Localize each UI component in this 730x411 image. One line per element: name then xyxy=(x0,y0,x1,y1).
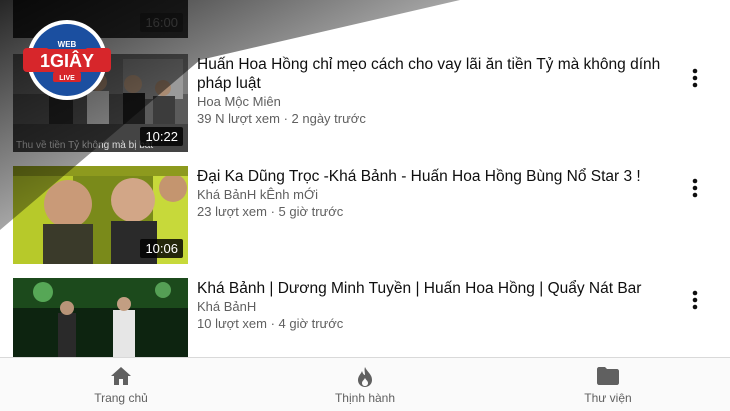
video-info[interactable]: Huấn Hoa Hồng chỉ mẹo cách cho vay lãi ă… xyxy=(197,55,667,127)
channel-name[interactable]: Khá BảnH kÊnh mỚi xyxy=(197,187,667,203)
more-vert-icon xyxy=(692,290,698,310)
channel-name[interactable]: Hoa Mộc Miên xyxy=(197,94,667,110)
video-duration: 10:06 xyxy=(140,239,183,258)
fire-icon xyxy=(355,366,375,393)
video-thumbnail[interactable] xyxy=(13,278,188,357)
nav-home[interactable]: Trang chủ xyxy=(41,358,201,411)
more-vert-icon xyxy=(692,178,698,198)
home-icon xyxy=(110,366,132,391)
nav-label: Trang chủ xyxy=(94,391,148,405)
video-item[interactable]: 10:06 Đại Ka Dũng Trọc -Khá Bảnh - Huấn … xyxy=(0,166,730,266)
more-vert-icon xyxy=(692,68,698,88)
more-options-button[interactable] xyxy=(686,288,704,312)
nav-trending[interactable]: Thịnh hành xyxy=(285,358,445,411)
video-duration: 16:00 xyxy=(140,13,183,32)
video-duration: 10:22 xyxy=(140,127,183,146)
bottom-navigation: Trang chủ Thịnh hành Thư viện xyxy=(0,357,730,411)
more-options-button[interactable] xyxy=(686,176,704,200)
video-stats: 39 N lượt xem · 2 ngày trước xyxy=(197,111,366,126)
video-title[interactable]: Đại Ka Dũng Trọc -Khá Bảnh - Huấn Hoa Hồ… xyxy=(197,167,667,186)
logo-main-text: 1GIÂY xyxy=(40,50,94,71)
video-title[interactable]: Huấn Hoa Hồng chỉ mẹo cách cho vay lãi ă… xyxy=(197,55,667,93)
nav-label: Thư viện xyxy=(584,391,632,405)
thumbnail-image xyxy=(13,278,188,357)
video-info[interactable]: Khá Bảnh | Dương Minh Tuyền | Huấn Hoa H… xyxy=(197,279,667,332)
logo-badge: WEB 1GIÂY LIVE xyxy=(23,20,111,100)
logo-top-text: WEB xyxy=(58,40,77,49)
video-stats: 23 lượt xem · 5 giờ trước xyxy=(197,204,344,219)
nav-label: Thịnh hành xyxy=(334,391,396,405)
video-stats: 10 lượt xem · 4 giờ trước xyxy=(197,316,344,331)
channel-name[interactable]: Khá BảnH xyxy=(197,299,667,315)
video-item[interactable]: Khá Bảnh | Dương Minh Tuyền | Huấn Hoa H… xyxy=(0,278,730,357)
video-info[interactable]: Đại Ka Dũng Trọc -Khá Bảnh - Huấn Hoa Hồ… xyxy=(197,167,667,220)
nav-library[interactable]: Thư viện xyxy=(528,358,688,411)
video-title[interactable]: Khá Bảnh | Dương Minh Tuyền | Huấn Hoa H… xyxy=(197,279,667,298)
folder-icon xyxy=(596,366,620,391)
watermark-logo: WEB 1GIÂY LIVE xyxy=(21,18,113,102)
thumbnail-caption: Thu về tiền Tỷ không mà bị bắt xyxy=(16,140,154,151)
logo-bottom-text: LIVE xyxy=(59,75,75,82)
more-options-button[interactable] xyxy=(686,66,704,90)
video-thumbnail[interactable]: 10:06 xyxy=(13,166,188,264)
